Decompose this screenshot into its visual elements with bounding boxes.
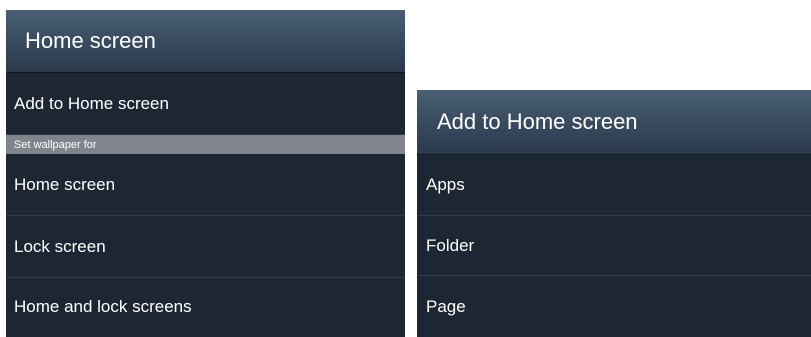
apps-item[interactable]: Apps: [417, 155, 811, 216]
wallpaper-home-and-lock-item[interactable]: Home and lock screens: [6, 278, 405, 336]
wallpaper-lock-screen-item[interactable]: Lock screen: [6, 216, 405, 278]
dialog-title: Add to Home screen: [417, 90, 811, 155]
home-screen-options-dialog: Home screen Add to Home screen Set wallp…: [6, 10, 405, 337]
page-item[interactable]: Page: [417, 276, 811, 337]
add-to-home-screen-item[interactable]: Add to Home screen: [6, 73, 405, 135]
set-wallpaper-section-header: Set wallpaper for: [6, 135, 405, 154]
wallpaper-home-screen-item[interactable]: Home screen: [6, 154, 405, 216]
folder-item[interactable]: Folder: [417, 216, 811, 276]
dialog-title: Home screen: [6, 10, 405, 73]
add-to-home-screen-dialog: Add to Home screen Apps Folder Page: [417, 90, 811, 337]
